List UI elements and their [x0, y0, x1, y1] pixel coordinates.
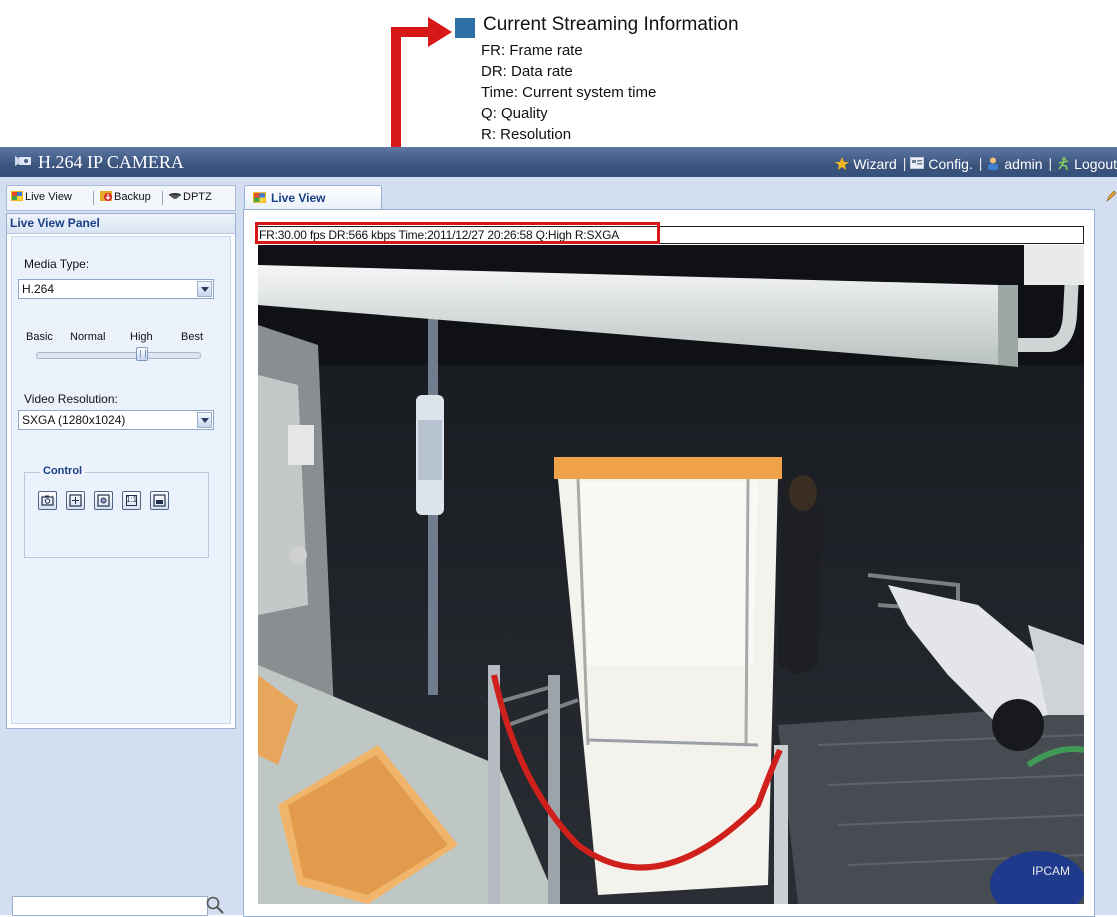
callout-item-r: R: Resolution: [481, 126, 572, 143]
fullscreen-icon: [69, 494, 82, 507]
control-legend: Control: [40, 465, 86, 477]
config-icon: [910, 157, 925, 170]
header-separator: |: [902, 155, 907, 172]
tab-live-view-main[interactable]: Live View: [244, 185, 382, 210]
quality-label-best: Best: [181, 331, 204, 343]
fullscreen-button[interactable]: [66, 491, 85, 510]
left-tab-bar: Live View Backup DPTZ: [6, 185, 236, 211]
chevron-down-icon[interactable]: [197, 412, 212, 428]
media-type-value: H.264: [22, 282, 55, 296]
chevron-down-icon[interactable]: [197, 281, 212, 297]
app-header: H.264 IP CAMERA Wizard | Config. | admin…: [0, 147, 1117, 177]
quality-label-basic: Basic: [26, 331, 53, 343]
live-view-icon: [253, 192, 266, 203]
header-links: Wizard | Config. | admin | Logout: [835, 154, 1117, 172]
callout-arrow-elbow: [391, 27, 431, 37]
video-resolution-value: SXGA (1280x1024): [22, 413, 126, 427]
callout-item-q: Q: Quality: [481, 105, 548, 122]
user-link[interactable]: admin: [986, 155, 1043, 172]
callout-bullet-square: [455, 18, 475, 38]
app-title: H.264 IP CAMERA: [38, 152, 184, 172]
streaming-info-highlight: [255, 222, 660, 244]
media-type-select[interactable]: H.264: [18, 279, 214, 299]
logout-link[interactable]: Logout: [1056, 155, 1117, 172]
video-resolution-label: Video Resolution:: [24, 392, 118, 406]
media-type-label: Media Type:: [24, 257, 90, 271]
callout-item-dr: DR: Data rate: [481, 63, 573, 80]
live-view-icon: [11, 191, 23, 201]
header-separator: |: [978, 155, 983, 172]
search-icon[interactable]: [205, 895, 225, 915]
callout-legend: FR: Frame rate DR: Data rate Time: Curre…: [481, 40, 656, 145]
tab-backup[interactable]: Backup: [100, 191, 151, 203]
tab-live-view[interactable]: Live View: [11, 191, 72, 203]
search-input[interactable]: [12, 896, 208, 916]
backup-icon: [100, 191, 112, 201]
callout-title: Current Streaming Information: [483, 14, 739, 35]
right-side-strip: [1101, 185, 1117, 915]
callout-item-time: Time: Current system time: [481, 84, 657, 101]
config-link[interactable]: Config.: [910, 155, 973, 172]
camera-video-feed[interactable]: [258, 245, 1084, 904]
quality-slider-thumb[interactable]: [136, 347, 148, 361]
fit-window-button[interactable]: [150, 491, 169, 510]
wizard-icon: [835, 157, 850, 171]
wizard-link[interactable]: Wizard: [835, 155, 897, 172]
live-view-tab-label: Live View: [271, 191, 326, 205]
tab-divider: [162, 191, 163, 205]
actual-size-icon: 1:1: [125, 495, 138, 504]
snapshot-icon: [41, 495, 54, 506]
camera-logo-icon: [15, 156, 31, 166]
pencil-icon[interactable]: [1106, 190, 1117, 202]
zoom-icon: [97, 494, 110, 507]
callout-arrow-head: [428, 17, 452, 47]
video-watermark: IPCAM: [1032, 864, 1071, 878]
zoom-button[interactable]: [94, 491, 113, 510]
quality-label-normal: Normal: [70, 331, 106, 343]
quality-label-high: High: [130, 331, 153, 343]
actual-size-button[interactable]: 1:1: [122, 491, 141, 510]
header-separator: |: [1048, 155, 1053, 172]
tab-dptz[interactable]: DPTZ: [169, 191, 212, 203]
quality-slider-track[interactable]: [36, 352, 201, 359]
video-frame-image: [258, 245, 1084, 904]
snapshot-button[interactable]: [38, 491, 57, 510]
control-group: [24, 472, 209, 558]
dome-camera-icon: [169, 193, 181, 199]
tab-divider: [93, 191, 94, 205]
fit-window-icon: [153, 494, 166, 507]
user-icon: [988, 157, 999, 171]
panel-title: Live View Panel: [7, 214, 235, 234]
callout-item-fr: FR: Frame rate: [481, 42, 583, 59]
video-resolution-select[interactable]: SXGA (1280x1024): [18, 410, 214, 430]
logout-icon: [1058, 157, 1069, 171]
